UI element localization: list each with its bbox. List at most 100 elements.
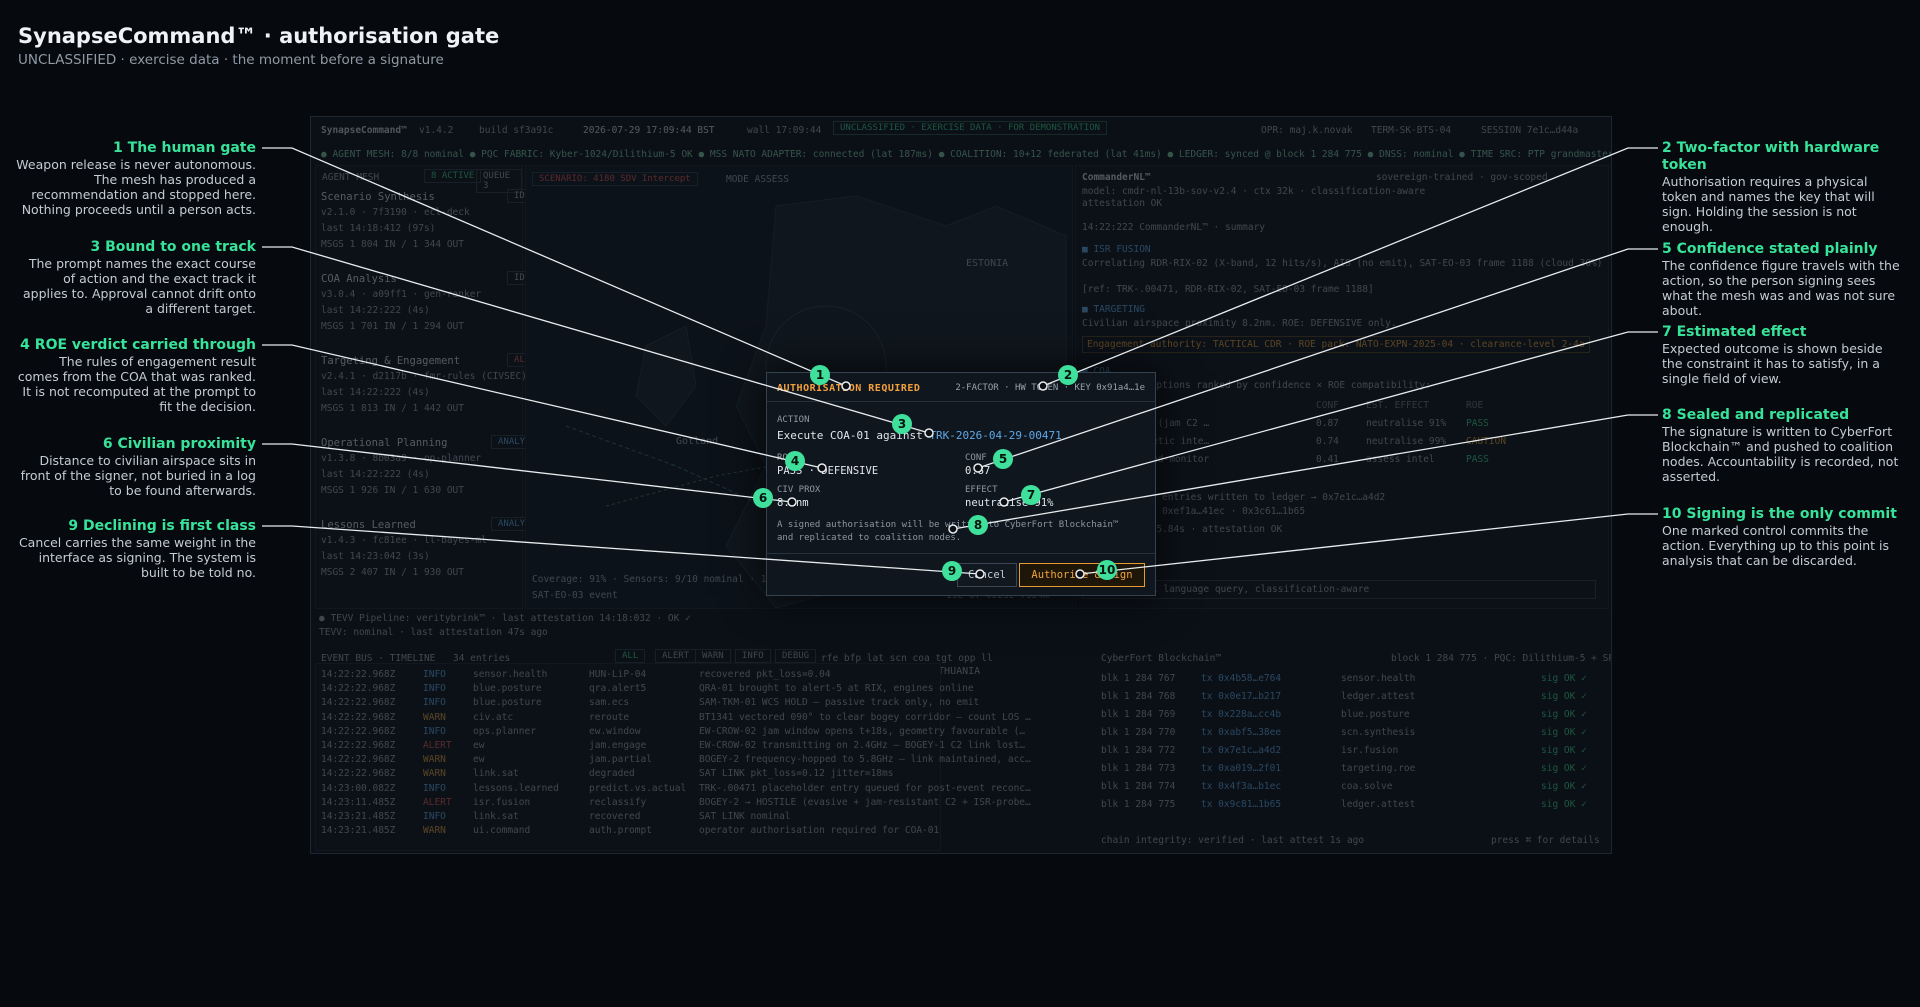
- ledger-cell: ledger.attest: [1341, 691, 1416, 702]
- event-cell: blue.posture: [473, 683, 542, 695]
- event-cell: 14:23:00.082Z: [321, 782, 396, 794]
- agent-mesh-header: AGENT MESH: [322, 172, 380, 183]
- coa-cell: 0.87: [1316, 418, 1339, 429]
- map-label-estonia: ESTONIA: [966, 258, 1009, 269]
- event-cell: SAM-TKM-01 WCS HOLD — passive track only…: [699, 697, 980, 709]
- agent-meta: v2.1.0 · 7f3190 · ecl-deck: [321, 207, 470, 218]
- agent-name[interactable]: COA Analysis: [321, 273, 397, 285]
- event-cell: INFO: [423, 782, 446, 794]
- app-version: v1.4.2: [419, 125, 454, 136]
- ledger-cell: tx 0x4b58…e764: [1201, 673, 1282, 684]
- effect-label: EFFECT: [965, 485, 998, 495]
- agent-name[interactable]: Lessons Learned: [321, 519, 416, 531]
- targeting-authority: Engagement authority: TACTICAL CDR · ROE…: [1082, 336, 1590, 353]
- ledger-cell: tx 0x0e17…b217: [1201, 691, 1282, 702]
- coa-cell: neutralise 91%: [1366, 418, 1447, 429]
- page-title: SynapseCommand™ · authorisation gate: [18, 24, 500, 48]
- agent-name[interactable]: Scenario Synthesis: [321, 191, 435, 203]
- ledger-cell: sig OK ✓: [1541, 763, 1587, 774]
- ledger-cell: blk 1 284 775: [1101, 799, 1176, 810]
- coa-cell: neutralise 99%: [1366, 436, 1447, 447]
- event-cell: BOGEY-2 → HOSTILE (evasive + jam-resista…: [699, 796, 1031, 808]
- annotation-body: Expected outcome is shown beside the con…: [1662, 341, 1883, 386]
- ledger-cell: tx 0x9c81…1b65: [1201, 799, 1282, 810]
- event-cell: recovered pkt_loss=0.04: [699, 669, 831, 680]
- event-cell: EW-CROW-02 transmitting on 2.4GHz — BOGE…: [699, 740, 1026, 751]
- annotation-title: 8 Sealed and replicated: [1662, 407, 1850, 423]
- coa-cell: assess intel: [1366, 454, 1435, 465]
- event-cell: WARN: [423, 754, 446, 766]
- agent-name[interactable]: Targeting & Engagement: [321, 355, 460, 367]
- event-cell: ui.command: [473, 825, 531, 837]
- agent-msgs: MSGS 1 926 IN / 1 630 OUT: [321, 485, 464, 496]
- page-subtitle: UNCLASSIFIED · exercise data · the momen…: [18, 52, 444, 68]
- annotation-title: 7 Estimated effect: [1662, 324, 1807, 340]
- agent-msgs: MSGS 1 813 IN / 1 442 OUT: [321, 403, 464, 414]
- commander-title: CommanderNL™: [1082, 172, 1151, 183]
- agent-last: last 14:22:222 (4s): [321, 469, 430, 480]
- event-cell: QRA-01 brought to alert-5 at RIX, engine…: [699, 683, 974, 695]
- annotation-6: 6 Civilian proximity Distance to civilian…: [16, 436, 256, 498]
- confidence-value: 0.87: [965, 465, 991, 477]
- map-label-gotland: Gotland: [676, 436, 719, 447]
- event-filter-warn[interactable]: WARN: [695, 649, 731, 663]
- ledger-footer-hint: press ⌘ for details: [1491, 835, 1600, 846]
- event-cell: 14:22:22.968Z: [321, 683, 396, 695]
- event-cell: 14:22:22.968Z: [321, 725, 396, 737]
- agent-last: last 14:22:222 (4s): [321, 305, 430, 316]
- ledger-info: block 1 284 775 · PQC: Dilithium-5 + SPH…: [1391, 653, 1611, 664]
- annotation-body: Weapon release is never autonomous. The …: [16, 157, 256, 217]
- ledger-cell: blk 1 284 772: [1101, 745, 1176, 756]
- event-cell: SAT LINK pkt_loss=0.12 jitter=18ms: [699, 768, 894, 780]
- confidence-label: CONF: [965, 453, 987, 463]
- coa-cell: 0.74: [1316, 436, 1339, 447]
- event-cell: 14:23:11.485Z: [321, 796, 396, 808]
- commander-query-input[interactable]: OPR> natural language query, classificat…: [1082, 580, 1596, 599]
- event-cell: INFO: [423, 697, 446, 709]
- agent-meta: v2.4.1 · d2117b · fmr-rules (CIVSEC): [321, 371, 527, 382]
- cancel-button[interactable]: Cancel: [957, 563, 1017, 587]
- annotation-7: 7 Estimated effect Expected outcome is sh…: [1662, 324, 1902, 386]
- event-cell: 14:22:22.968Z: [321, 669, 396, 680]
- coa-column-header: EST. EFFECT: [1366, 400, 1429, 411]
- annotation-10: 10 Signing is the only commit One marked …: [1662, 506, 1902, 568]
- event-cell: HUN-LiP-04: [589, 669, 647, 680]
- two-factor-label: 2-FACTOR · HW TOKEN · KEY 0x91a4…1e: [955, 383, 1145, 393]
- agent-msgs: MSGS 2 407 IN / 1 930 OUT: [321, 567, 464, 578]
- agent-last: last 14:23:042 (3s): [321, 551, 430, 562]
- event-filter-debug[interactable]: DEBUG: [775, 649, 817, 663]
- agent-name[interactable]: Operational Planning: [321, 437, 447, 449]
- event-filter-all[interactable]: ALL: [615, 649, 646, 663]
- operator-label: OPR: maj.k.novak: [1261, 125, 1353, 136]
- annotation-body: The prompt names the exact course of act…: [23, 256, 256, 316]
- ledger-cell: sig OK ✓: [1541, 727, 1587, 738]
- effect-value: neutralise 91%: [965, 497, 1054, 509]
- agent-meta: v1.4.3 · fc81ee · ll-bayes-ml: [321, 535, 487, 546]
- ledger-cell: tx 0xabf5…38ee: [1201, 727, 1282, 738]
- event-cell: BOGEY-2 frequency-hopped to 5.8GHz — lin…: [699, 754, 1031, 766]
- event-cell: reclassify: [589, 796, 647, 808]
- agent-meta: v3.0.4 · a09ff1 · gen-ranker: [321, 289, 482, 300]
- event-cell: INFO: [423, 669, 446, 680]
- event-cell: ops.planner: [473, 725, 536, 737]
- ledger-cell: isr.fusion: [1341, 745, 1399, 756]
- event-bus-title: EVENT BUS · TIMELINE: [321, 653, 436, 664]
- coa-column-header: CONF: [1316, 400, 1339, 411]
- commander-timestamp: 14:22:222 CommanderNL™ · summary: [1082, 222, 1266, 233]
- annotation-8: 8 Sealed and replicated The signature is …: [1662, 407, 1902, 484]
- ledger-cell: sig OK ✓: [1541, 673, 1587, 684]
- event-cell: ew: [473, 740, 485, 751]
- civ-prox-label: CIV PROX: [777, 485, 821, 495]
- event-filter-info[interactable]: INFO: [735, 649, 771, 663]
- event-cell: SAT LINK nominal: [699, 811, 791, 822]
- coa-cell: CAUTION: [1466, 436, 1507, 447]
- event-cell: ALERT: [423, 740, 452, 751]
- commander-model: model: cmdr-nl-13b-sov-v2.4 · ctx 32k · …: [1082, 186, 1426, 197]
- agent-last: last 14:18:412 (97s): [321, 223, 436, 234]
- event-cell: civ.atc: [473, 711, 514, 723]
- event-cell: recovered: [589, 811, 641, 822]
- annotation-title: 3 Bound to one track: [90, 239, 256, 255]
- authorise-sign-button[interactable]: Authorise & Sign: [1019, 563, 1145, 587]
- event-cell: INFO: [423, 683, 446, 695]
- event-filter-alert[interactable]: ALERT: [655, 649, 697, 663]
